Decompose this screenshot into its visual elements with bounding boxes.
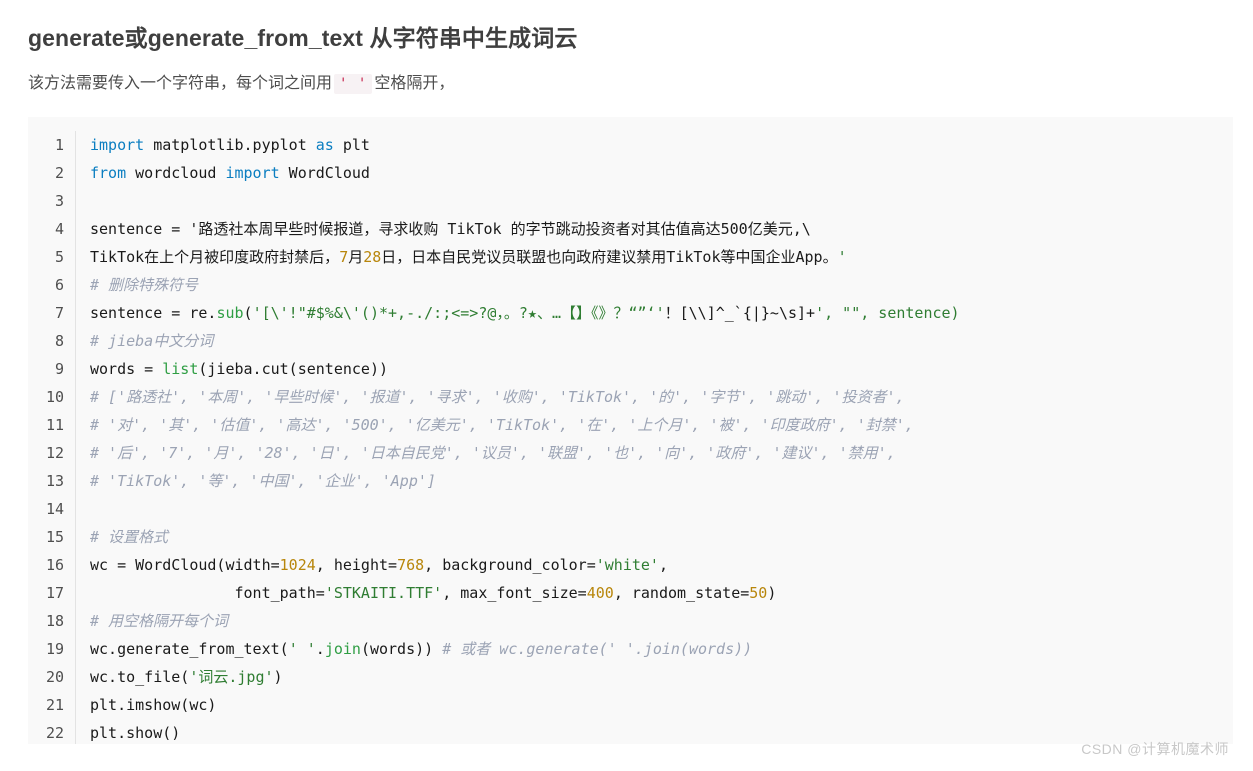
line-number: 7 <box>54 304 64 322</box>
code-line-number-gutter: 1 2 3 4 5 6 7 8 9 10 11 12 13 14 15 16 1… <box>28 131 76 744</box>
line-number: 9 <box>54 360 64 378</box>
code-line: # 删除特殊符号 <box>90 276 199 294</box>
code-line: plt.show() <box>90 724 181 742</box>
line-number: 1 <box>54 136 64 154</box>
intro-paragraph: 该方法需要传入一个字符串，每个词之间用 ' ' 空格隔开， <box>0 54 1253 97</box>
line-number: 18 <box>45 612 64 630</box>
line-number: 20 <box>45 668 64 686</box>
code-line: # '对', '其', '估值', '高达', '500', '亿美元', 'T… <box>90 416 914 434</box>
line-number: 19 <box>45 640 64 658</box>
code-line: import matplotlib.pyplot as plt <box>90 136 370 154</box>
code-line: # jieba中文分词 <box>90 332 214 350</box>
code-line: # 设置格式 <box>90 528 169 546</box>
code-line: TikTok在上个月被印度政府封禁后，7月28日，日本自民党议员联盟也向政府建议… <box>90 248 847 266</box>
code-line: # '后', '7', '月', '28', '日', '日本自民党', '议员… <box>90 444 896 462</box>
line-number: 12 <box>45 444 64 462</box>
line-number: 22 <box>45 724 64 742</box>
line-number: 3 <box>54 192 64 210</box>
line-number: 2 <box>54 164 64 182</box>
line-number: 8 <box>54 332 64 350</box>
csdn-watermark: CSDN @计算机魔术师 <box>1081 741 1229 757</box>
article-page: generate或generate_from_text 从字符串中生成词云 该方… <box>0 0 1253 771</box>
code-block-inner: 1 2 3 4 5 6 7 8 9 10 11 12 13 14 15 16 1… <box>28 117 1233 744</box>
intro-text-before: 该方法需要传入一个字符串，每个词之间用 <box>28 75 333 93</box>
code-line: # ['路透社', '本周', '早些时候', '报道', '寻求', '收购'… <box>90 388 905 406</box>
line-number: 16 <box>45 556 64 574</box>
inline-code-space-literal: ' ' <box>334 74 373 95</box>
line-number: 15 <box>45 528 64 546</box>
page-title: generate或generate_from_text 从字符串中生成词云 <box>28 25 578 51</box>
code-line: sentence = re.sub('[\'!"#$%&\'()*+,-./:;… <box>90 304 960 322</box>
code-line: # 用空格隔开每个词 <box>90 612 229 630</box>
line-number: 5 <box>54 248 64 266</box>
line-number: 10 <box>45 388 64 406</box>
line-number: 14 <box>45 500 64 518</box>
line-number: 17 <box>45 584 64 602</box>
code-line: words = list(jieba.cut(sentence)) <box>90 360 389 378</box>
code-line: font_path='STKAITI.TTF', max_font_size=4… <box>90 584 777 602</box>
code-line: sentence = '路透社本周早些时候报道，寻求收购 TikTok 的字节跳… <box>90 220 811 238</box>
code-content[interactable]: import matplotlib.pyplot as plt from wor… <box>76 131 1233 744</box>
line-number: 13 <box>45 472 64 490</box>
code-line: # 'TikTok', '等', '中国', '企业', 'App'] <box>90 472 436 490</box>
intro-text-after: 空格隔开， <box>374 75 455 93</box>
code-line: plt.imshow(wc) <box>90 696 217 714</box>
line-number: 11 <box>45 416 64 434</box>
line-number: 6 <box>54 276 64 294</box>
code-line: wc.to_file('词云.jpg') <box>90 668 283 686</box>
line-number: 4 <box>54 220 64 238</box>
code-block[interactable]: 1 2 3 4 5 6 7 8 9 10 11 12 13 14 15 16 1… <box>28 117 1233 744</box>
line-number: 21 <box>45 696 64 714</box>
code-line: wc = WordCloud(width=1024, height=768, b… <box>90 556 668 574</box>
code-line: from wordcloud import WordCloud <box>90 164 370 182</box>
code-line: wc.generate_from_text(' '.join(words)) #… <box>90 640 753 658</box>
